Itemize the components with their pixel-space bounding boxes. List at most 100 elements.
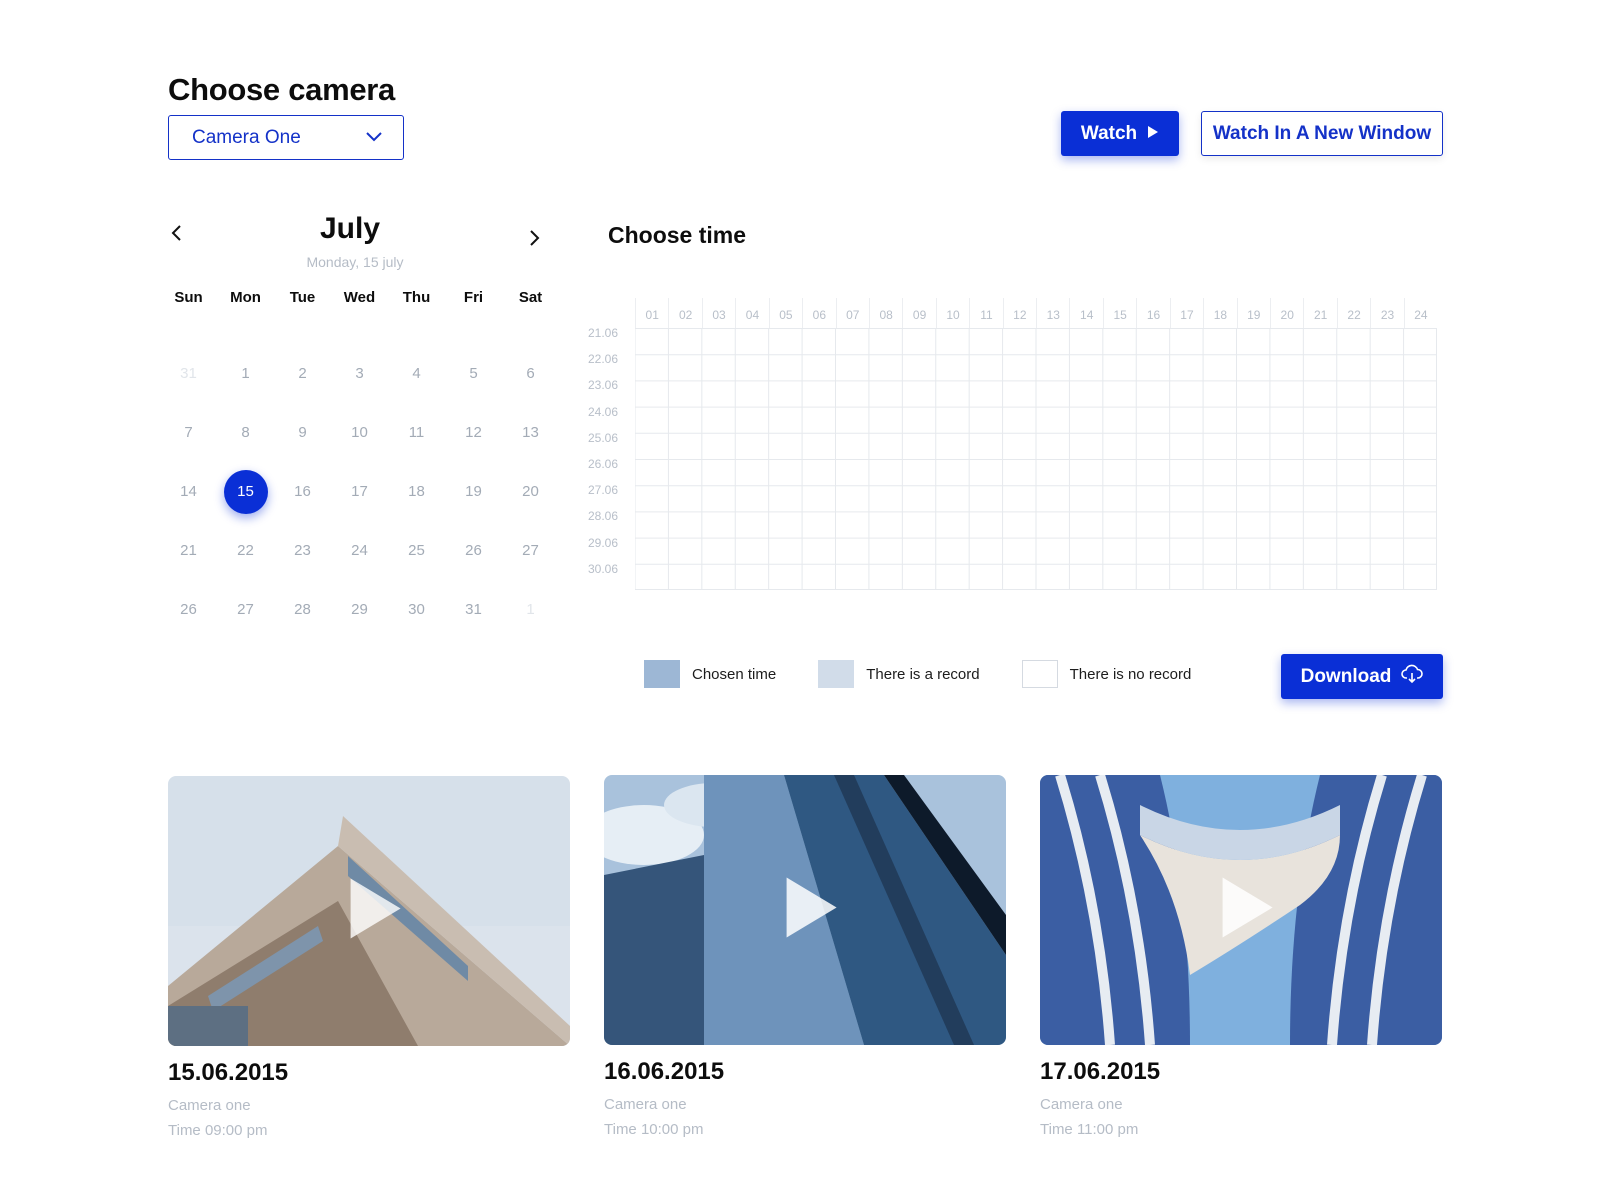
calendar-day[interactable]: 20 (502, 483, 559, 500)
hour-label: 21 (1303, 298, 1336, 328)
calendar-day[interactable]: 14 (160, 483, 217, 500)
camera-select[interactable]: Camera One (168, 115, 404, 160)
calendar-day[interactable]: 31 (160, 365, 217, 382)
calendar-day[interactable]: 22 (217, 542, 274, 559)
calendar-day-selected[interactable]: 15 (217, 469, 274, 514)
calendar-day[interactable]: 19 (445, 483, 502, 500)
calendar-week: 31 1 2 3 4 5 6 (160, 344, 560, 403)
hours-header: 01 02 03 04 05 06 07 08 09 10 11 12 13 14 15 16 17 18 19 20… (635, 298, 1437, 328)
date-label: 21.06 (588, 326, 619, 340)
calendar-day[interactable]: 25 (388, 542, 445, 559)
legend-no-record: There is no record (1021, 660, 1192, 688)
calendar-day[interactable]: 26 (445, 542, 502, 559)
hour-label: 08 (868, 298, 902, 328)
calendar-month: July (319, 212, 381, 245)
watch-button[interactable]: Watch (1061, 111, 1179, 156)
calendar-day[interactable]: 5 (445, 365, 502, 382)
calendar-day-number: 8 (241, 424, 250, 441)
calendar-day[interactable]: 26 (160, 601, 217, 618)
video-card[interactable]: 17.06.2015 Camera one Time 11:00 pm (1040, 775, 1442, 1138)
calendar-day[interactable]: 9 (274, 424, 331, 441)
video-time: Time 10:00 pm (604, 1121, 704, 1138)
download-button[interactable]: Download (1281, 654, 1443, 699)
video-date: 16.06.2015 (604, 1058, 725, 1085)
hour-label: 24 (1403, 298, 1437, 328)
legend-record-label: There is a record (866, 665, 980, 683)
calendar-day[interactable]: 18 (388, 483, 445, 500)
calendar-day[interactable]: 6 (502, 365, 559, 382)
calendar-day[interactable]: 1 (502, 601, 559, 618)
cloud-download-icon (1401, 664, 1424, 690)
calendar-week: 26 27 28 29 30 31 1 (160, 580, 560, 639)
calendar-day[interactable]: 17 (331, 483, 388, 500)
date-label: 30.06 (588, 561, 619, 576)
calendar-day-number: 2 (298, 365, 307, 382)
weekday-label: Fri (463, 288, 484, 306)
calendar-day[interactable]: 27 (217, 601, 274, 618)
calendar-day[interactable]: 24 (331, 542, 388, 559)
calendar-day[interactable]: 11 (388, 424, 445, 441)
calendar-day-number: 18 (408, 483, 425, 500)
hour-label: 22 (1336, 298, 1370, 328)
calendar-day[interactable]: 13 (502, 424, 559, 441)
video-card[interactable]: 15.06.2015 Camera one Time 09:00 pm (168, 776, 570, 1139)
calendar-day-number: 17 (351, 483, 368, 500)
calendar-day[interactable]: 12 (445, 424, 502, 441)
chevron-left-icon[interactable] (166, 222, 188, 244)
hour-label: 15 (1102, 298, 1136, 328)
calendar-day[interactable]: 27 (502, 542, 559, 559)
chevron-right-icon[interactable] (523, 227, 545, 249)
calendar-day[interactable]: 28 (274, 601, 331, 618)
date-label: 25.06 (588, 430, 619, 445)
calendar-day-number: 28 (294, 601, 311, 618)
legend: Chosen time There is a record There is n… (644, 660, 1233, 688)
time-grid-cells[interactable] (635, 328, 1437, 590)
calendar-week: 7 8 9 10 11 12 13 (160, 403, 560, 462)
watch-button-label: Watch (1080, 122, 1138, 144)
calendar-day-number: 25 (408, 542, 425, 559)
calendar-day[interactable]: 30 (388, 601, 445, 618)
video-thumbnail[interactable] (168, 776, 570, 1046)
calendar-day-number: 1 (241, 365, 250, 382)
hour-label: 23 (1370, 298, 1403, 328)
calendar-day-number: 26 (180, 601, 197, 618)
watch-new-window-button[interactable]: Watch In A New Window (1201, 111, 1443, 156)
calendar-day[interactable]: 3 (331, 365, 388, 382)
calendar-day[interactable]: 8 (217, 424, 274, 441)
date-label: 27.06 (588, 483, 619, 498)
video-thumbnail[interactable] (604, 775, 1006, 1045)
hour-label: 12 (1002, 298, 1036, 328)
video-camera: Camera one (168, 1097, 251, 1114)
calendar-day[interactable]: 10 (331, 424, 388, 441)
video-date: 17.06.2015 (1040, 1058, 1161, 1085)
play-icon[interactable] (1219, 876, 1275, 945)
calendar-day[interactable]: 16 (274, 483, 331, 500)
calendar-day-number: 31 (465, 601, 482, 618)
chevron-down-icon (365, 127, 383, 149)
calendar-day[interactable]: 31 (445, 601, 502, 618)
play-icon[interactable] (783, 876, 839, 945)
calendar-day[interactable]: 2 (274, 365, 331, 382)
calendar-day[interactable]: 29 (331, 601, 388, 618)
calendar-day-number: 7 (184, 424, 193, 441)
hour-label: 02 (668, 298, 701, 328)
video-card[interactable]: 16.06.2015 Camera one Time 10:00 pm (604, 775, 1006, 1138)
calendar-day-number: 20 (522, 483, 539, 500)
video-thumbnail[interactable] (1040, 775, 1442, 1045)
calendar-day-number: 29 (351, 601, 368, 618)
time-grid[interactable]: 01 02 03 04 05 06 07 08 09 10 11 12 13 14 15 16 17 18 19 20… (585, 298, 1445, 594)
calendar-day-number: 27 (522, 542, 539, 559)
calendar-day-number: 1 (526, 601, 535, 618)
calendar-day[interactable]: 23 (274, 542, 331, 559)
legend-no-record-label: There is no record (1069, 665, 1192, 683)
legend-chosen: Chosen time (644, 660, 776, 688)
calendar-day[interactable]: 21 (160, 542, 217, 559)
calendar-day[interactable]: 1 (217, 365, 274, 382)
calendar-day-number: 16 (294, 483, 311, 500)
calendar-day-number: 12 (465, 424, 482, 441)
play-icon[interactable] (347, 877, 403, 946)
calendar-day-number: 3 (355, 365, 364, 382)
calendar-day[interactable]: 7 (160, 424, 217, 441)
play-icon (1147, 123, 1159, 145)
calendar-day[interactable]: 4 (388, 365, 445, 382)
